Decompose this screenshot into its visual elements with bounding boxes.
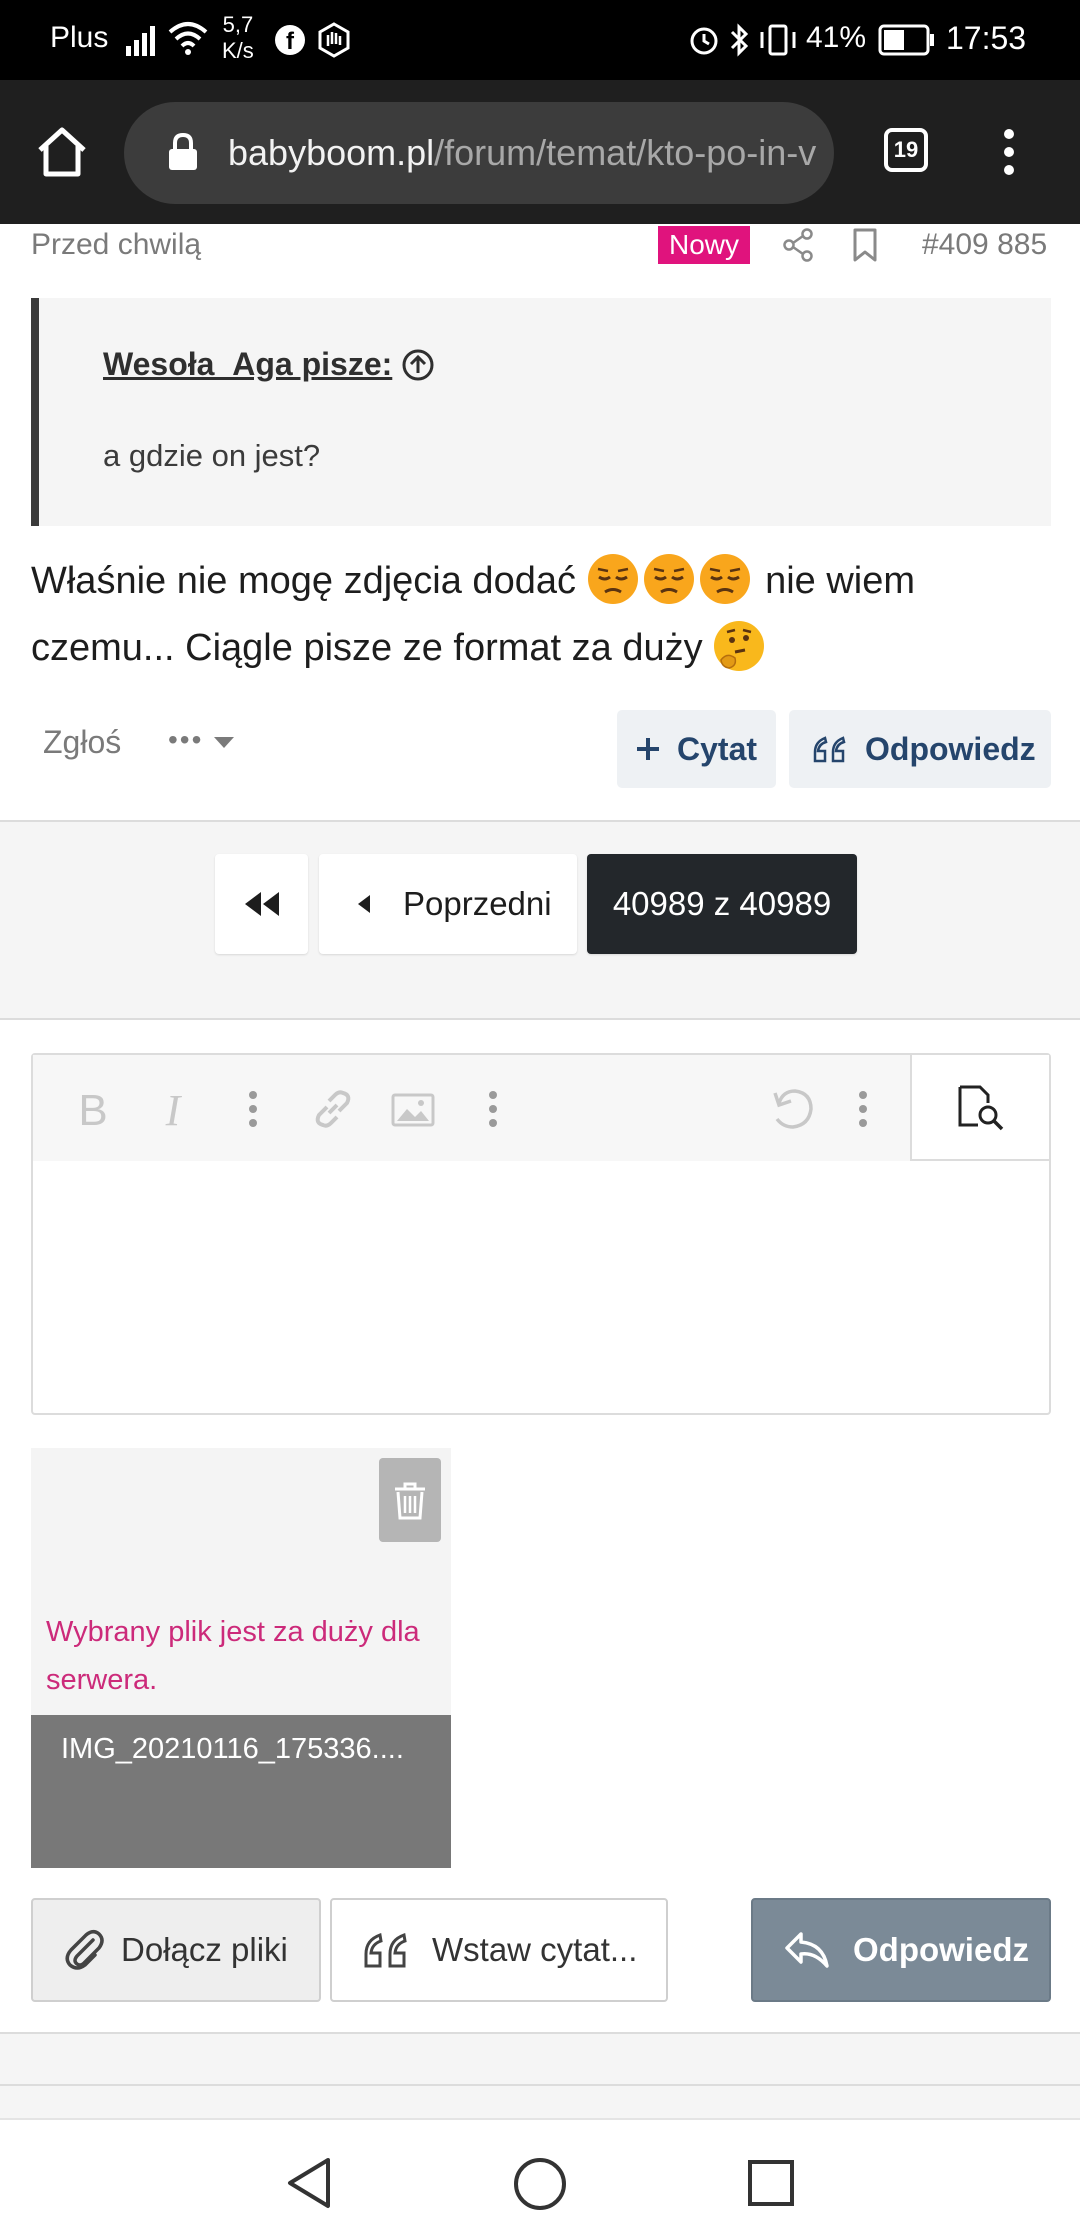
share-icon[interactable] — [782, 228, 814, 262]
back-triangle-icon[interactable] — [284, 2156, 334, 2210]
bluetooth-icon — [730, 23, 749, 57]
vibrate-icon — [760, 24, 796, 56]
plus-icon — [637, 738, 659, 760]
double-chevron-left-icon — [245, 892, 279, 916]
status-bar: Plus 5,7 K/s f 41% 17:53 — [0, 0, 1080, 80]
svg-text:f: f — [286, 28, 295, 55]
hand-icon — [318, 22, 350, 58]
insert-quote-button[interactable]: Wstaw cytat... — [330, 1898, 668, 2002]
preview-button[interactable] — [910, 1055, 1049, 1161]
current-page-label: 40989 z 40989 — [612, 885, 832, 922]
post-body: Właśnie nie mogę zdjęcia dodać nie wiem … — [31, 548, 1051, 682]
pensive-face-emoji-icon — [643, 554, 694, 604]
address-bar[interactable]: babyboom.pl/forum/temat/kto-po-in-v — [124, 102, 834, 204]
attachment-error: Wybrany plik jest za duży dla serwera. — [46, 1616, 420, 1696]
more-options-button[interactable]: ••• — [168, 724, 235, 756]
svg-text:B: B — [78, 1086, 107, 1133]
quote-author-link[interactable]: Wesoła_Aga pisze: — [103, 346, 392, 383]
submit-reply-label: Odpowiedz — [853, 1931, 1029, 1968]
post-time: Przed chwilą — [31, 228, 202, 261]
footer-strip — [0, 2032, 1080, 2118]
more-insert-options-icon[interactable] — [469, 1085, 517, 1133]
arrow-up-circle-icon[interactable] — [401, 348, 435, 382]
image-icon[interactable] — [389, 1085, 437, 1133]
attach-files-label: Dołącz pliki — [121, 1931, 288, 1968]
more-vert-icon[interactable] — [998, 126, 1020, 178]
clock: 17:53 — [946, 20, 1027, 56]
new-badge: Nowy — [658, 226, 750, 264]
previous-label: Poprzedni — [403, 885, 552, 922]
pensive-face-emoji-icon — [587, 554, 638, 604]
battery-percent: 41% — [806, 21, 867, 54]
reply-label: Odpowiedz — [865, 731, 1036, 767]
post-number[interactable]: #409 885 — [922, 228, 1047, 262]
signal-icon — [126, 26, 155, 56]
footer-divider — [0, 2084, 1080, 2086]
thinking-face-emoji-icon — [714, 621, 765, 671]
facebook-icon: f — [275, 25, 305, 55]
url-text: babyboom.pl/forum/temat/kto-po-in-v — [228, 128, 816, 178]
preview-search-icon — [958, 1085, 1004, 1131]
quote-icon — [364, 1932, 407, 1968]
url-host: babyboom.pl — [228, 132, 435, 173]
recents-square-icon[interactable] — [746, 2158, 796, 2208]
browser-toolbar: babyboom.pl/forum/temat/kto-po-in-v 19 — [0, 80, 1080, 224]
editor-toolbar: B I — [33, 1055, 1049, 1161]
cite-label: Cytat — [677, 731, 758, 767]
attachment-filename: IMG_20210116_175336.... — [61, 1733, 404, 1765]
delete-attachment-button[interactable] — [379, 1458, 441, 1542]
carrier-label: Plus — [50, 21, 109, 54]
link-icon[interactable] — [309, 1085, 357, 1133]
trash-icon — [395, 1482, 425, 1520]
attach-files-button[interactable]: Dołącz pliki — [31, 1898, 321, 2002]
submit-reply-button[interactable]: Odpowiedz — [751, 1898, 1051, 2002]
bookmark-icon[interactable] — [852, 228, 878, 262]
post-text-1: Właśnie nie mogę zdjęcia dodać — [31, 560, 587, 602]
home-circle-icon[interactable] — [512, 2156, 568, 2212]
reply-editor[interactable]: B I — [31, 1053, 1051, 1415]
quote-block: Wesoła_Aga pisze: a gdzie on jest? — [31, 298, 1051, 526]
net-speed: 5,7 K/s — [222, 12, 254, 64]
reply-post-button[interactable]: Odpowiedz — [789, 710, 1051, 788]
wifi-icon — [168, 22, 208, 55]
cite-button[interactable]: Cytat — [617, 710, 776, 788]
undo-icon[interactable] — [769, 1085, 817, 1133]
italic-icon[interactable]: I — [149, 1085, 197, 1133]
caret-left-icon — [358, 895, 370, 913]
net-speed-unit: K/s — [222, 38, 254, 63]
net-speed-value: 5,7 — [222, 12, 254, 37]
more-label: ••• — [168, 724, 204, 755]
system-navigation-bar — [0, 2118, 1080, 2240]
current-page-indicator[interactable]: 40989 z 40989 — [587, 854, 857, 954]
quote-icon — [813, 736, 846, 763]
tab-switcher-button[interactable]: 19 — [884, 128, 928, 172]
pagination-section: Poprzedni 40989 z 40989 — [0, 820, 1080, 1020]
paperclip-icon — [65, 1930, 104, 1970]
report-link[interactable]: Zgłoś — [43, 724, 121, 761]
attachment-card: Wybrany plik jest za duży dla serwera. I… — [31, 1448, 451, 1868]
attachment-filename-bar: IMG_20210116_175336.... — [31, 1715, 451, 1868]
insert-quote-label: Wstaw cytat... — [432, 1931, 638, 1968]
bold-icon[interactable]: B — [69, 1085, 117, 1133]
first-page-button[interactable] — [215, 854, 308, 954]
more-editor-options-icon[interactable] — [839, 1085, 887, 1133]
alarm-icon — [690, 27, 718, 55]
battery-icon — [878, 24, 934, 56]
tab-count: 19 — [893, 137, 919, 162]
quote-text: a gdzie on jest? — [103, 438, 321, 473]
url-path: /forum/temat/kto-po-in-v — [434, 132, 817, 173]
home-icon[interactable] — [36, 126, 88, 178]
reply-arrow-icon — [785, 1932, 829, 1968]
pensive-face-emoji-icon — [699, 554, 750, 604]
lock-icon — [169, 132, 197, 170]
caret-down-icon — [214, 736, 235, 748]
svg-text:I: I — [165, 1086, 183, 1133]
previous-page-button[interactable]: Poprzedni — [319, 854, 577, 954]
more-text-options-icon[interactable] — [229, 1085, 277, 1133]
